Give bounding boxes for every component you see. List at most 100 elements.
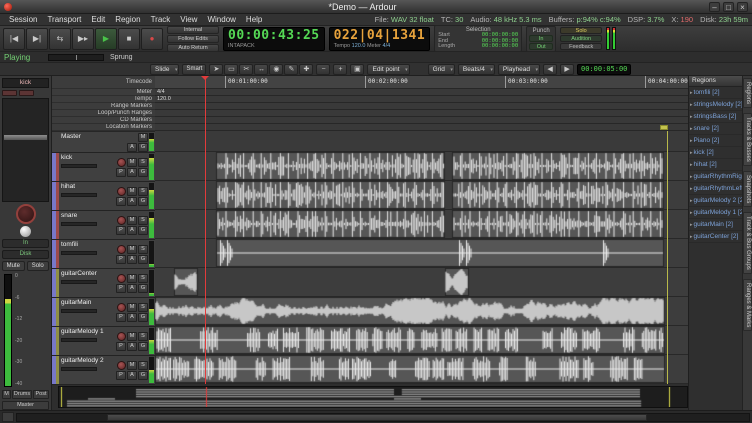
expander-icon[interactable]: ▸ [690, 126, 693, 132]
punch-out-button[interactable]: Out [529, 43, 553, 50]
solo-button[interactable]: S [138, 332, 148, 341]
solo-button[interactable]: S [138, 361, 148, 370]
tab-ranges-marks[interactable]: Ranges & Marks [743, 279, 752, 331]
automation-button[interactable]: A [127, 255, 137, 264]
edit-tool-button[interactable]: ✚ [299, 64, 313, 75]
waveform-guitarmelody-1[interactable] [155, 326, 688, 354]
zoom-fit-button[interactable]: ▣ [350, 64, 364, 75]
waveform-hihat[interactable] [155, 181, 688, 209]
edit-mode-dropdown[interactable]: Slide [150, 64, 179, 75]
automation-button[interactable]: A [127, 226, 137, 235]
playlist-button[interactable]: P [116, 226, 126, 235]
follow-edits-button[interactable]: Follow Edits [167, 35, 219, 43]
expander-icon[interactable]: ▸ [690, 114, 693, 120]
scrollbar-handle[interactable] [107, 414, 647, 421]
menu-session[interactable]: Session [4, 15, 42, 24]
zoom-focus-dropdown[interactable]: Edit point [367, 64, 409, 75]
menu-track[interactable]: Track [146, 15, 176, 24]
tab-regions[interactable]: Regions [743, 78, 752, 108]
track-lane-guitarmelody-2[interactable] [155, 355, 688, 384]
fader-handle[interactable] [4, 135, 47, 140]
tab-snapshots[interactable]: Snapshots [743, 171, 752, 207]
summary-canvas[interactable] [59, 387, 687, 407]
strip-solo-button[interactable]: Solo [27, 261, 50, 271]
play-selection-button[interactable]: ▶▸ [72, 28, 94, 50]
strip-mute-button[interactable]: Mute [2, 261, 25, 271]
playlist-button[interactable]: P [116, 313, 126, 322]
auto-return-button[interactable]: Auto Return [167, 44, 219, 52]
track-lane-guitarcenter[interactable] [155, 268, 688, 297]
region-list-item[interactable]: ▸guitarMain [2] [689, 219, 742, 231]
playlist-button[interactable]: P [116, 197, 126, 206]
mute-button[interactable]: M [127, 332, 137, 341]
playlist-button[interactable]: P [116, 284, 126, 293]
group-button[interactable]: G [138, 342, 148, 351]
internal-sync-button[interactable]: Internal [167, 26, 219, 34]
menu-window[interactable]: Window [202, 15, 240, 24]
record-enable-button[interactable] [117, 332, 126, 341]
audition-button[interactable]: Audition [560, 35, 602, 42]
solo-button[interactable]: S [138, 187, 148, 196]
feedback-button[interactable]: Feedback [560, 43, 602, 50]
expander-icon[interactable]: ▸ [690, 90, 693, 96]
expander-icon[interactable]: ▸ [690, 222, 693, 228]
playlist-button[interactable]: P [116, 255, 126, 264]
mute-button[interactable]: M [127, 187, 137, 196]
mute-button[interactable]: M [127, 274, 137, 283]
region-list-item[interactable]: ▸guitarMelody 2 [2] [689, 195, 742, 207]
record-enable-button[interactable] [117, 216, 126, 225]
track-gain-slider[interactable] [61, 251, 97, 255]
meter-point-button[interactable]: Post [33, 390, 49, 399]
track-header-kick[interactable]: kickMSPAG [52, 153, 155, 182]
smart-mode-button[interactable]: Smart [182, 64, 206, 75]
ruler-loop-punch-ranges[interactable] [155, 110, 688, 117]
track-lane-kick[interactable] [155, 152, 688, 181]
tab-tracks-busses[interactable]: Tracks & Busses [743, 113, 752, 166]
expander-icon[interactable]: ▸ [690, 210, 693, 216]
close-button[interactable]: × [737, 2, 748, 12]
region-list-item[interactable]: ▸stringsBass [2] [689, 111, 742, 123]
waveform-guitarmain[interactable] [155, 297, 688, 325]
solo-button[interactable]: S [138, 245, 148, 254]
expander-icon[interactable]: ▸ [690, 198, 693, 204]
waveform-tomfili[interactable] [155, 239, 688, 267]
automation-button[interactable]: A [127, 143, 137, 152]
region-list-item[interactable]: ▸kick [2] [689, 147, 742, 159]
mute-button[interactable]: M [127, 361, 137, 370]
region-list-item[interactable]: ▸hihat [2] [689, 159, 742, 171]
ruler-meter[interactable]: 4/4 [155, 89, 688, 96]
solo-button[interactable]: S [138, 158, 148, 167]
group-button[interactable]: G [138, 284, 148, 293]
record-enable-button[interactable] [117, 158, 126, 167]
grid-unit-dropdown[interactable]: Beats/4 [458, 64, 495, 75]
zoom-out-button[interactable]: − [316, 64, 330, 75]
playlist-button[interactable]: P [116, 342, 126, 351]
stretch-tool-button[interactable]: ↔ [254, 64, 268, 75]
menu-transport[interactable]: Transport [42, 15, 86, 24]
waveform-snare[interactable] [155, 210, 688, 238]
expander-icon[interactable]: ▸ [690, 138, 693, 144]
waveform-kick[interactable] [155, 152, 688, 180]
shuttle-mode[interactable]: Sprung [110, 54, 133, 61]
track-gain-slider[interactable] [61, 222, 97, 226]
ruler-cd-markers[interactable] [155, 117, 688, 124]
record-enable-button[interactable] [117, 245, 126, 254]
track-header-master[interactable]: MasterMAG [52, 132, 155, 153]
track-gain-slider[interactable] [61, 309, 97, 313]
region-list-item[interactable]: ▸tomfili [2] [689, 87, 742, 99]
group-button[interactable]: G [138, 313, 148, 322]
automation-button[interactable]: A [127, 197, 137, 206]
ruler-tempo[interactable]: 120.0 [155, 96, 688, 103]
nudge-forward-button[interactable]: ▶ [560, 64, 574, 75]
grab-tool-button[interactable]: ➤ [209, 64, 223, 75]
mute-button[interactable]: M [127, 303, 137, 312]
group-button[interactable]: G [138, 168, 148, 177]
mute-button[interactable]: M [138, 133, 148, 142]
edit-point-dropdown[interactable]: Playhead [498, 64, 540, 75]
scrollbar-corner-button[interactable] [2, 412, 14, 422]
secondary-clock[interactable]: 022|04|1341 Tempo 120.0 Meter 4/4 [329, 27, 431, 51]
region-list-item[interactable]: ▸guitarRhythmLeft [2] [689, 183, 742, 195]
menu-view[interactable]: View [175, 15, 202, 24]
menu-region[interactable]: Region [110, 15, 145, 24]
track-header-tomfili[interactable]: tomfiliMSPAG [52, 240, 155, 269]
